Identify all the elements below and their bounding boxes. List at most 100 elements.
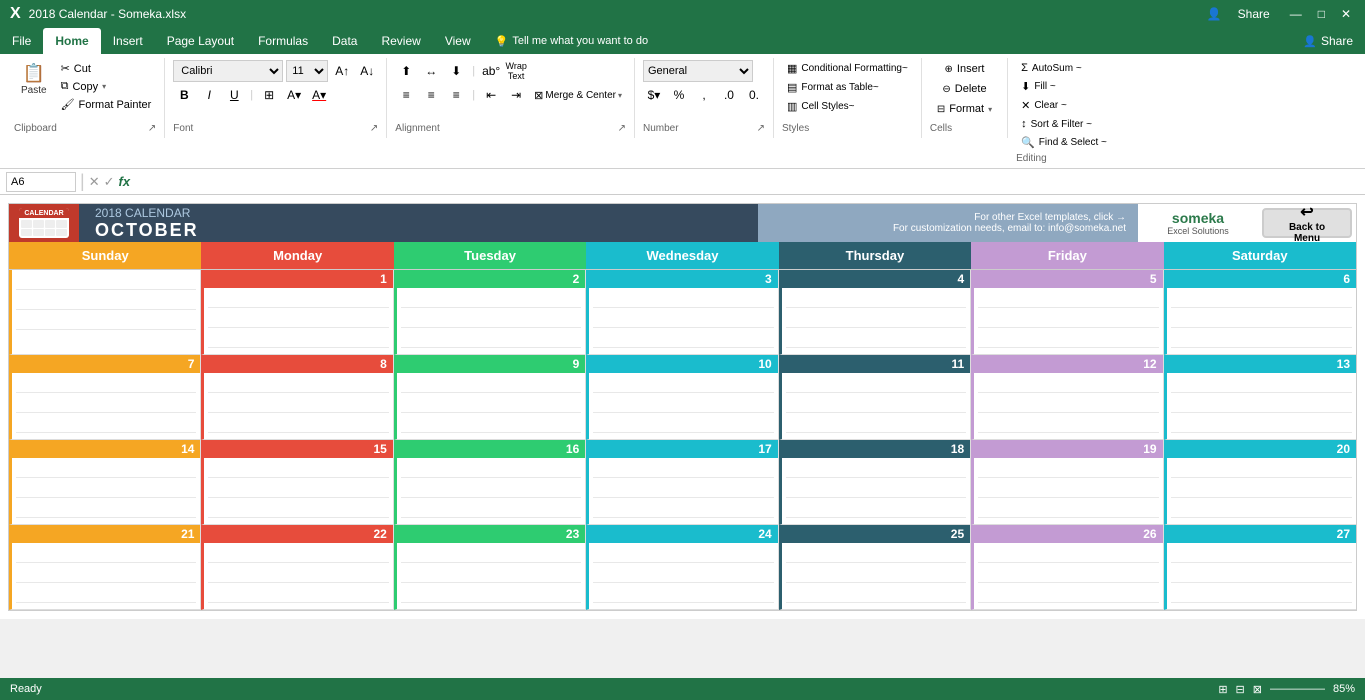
cal-cell-10[interactable]: 10: [586, 355, 778, 440]
italic-button[interactable]: I: [198, 84, 220, 106]
conditional-formatting-button[interactable]: ▦ Conditional Formatting~: [782, 60, 913, 77]
page-break-view-icon[interactable]: ⊠: [1253, 683, 1262, 696]
align-middle-button[interactable]: ↔: [420, 60, 442, 82]
cut-button[interactable]: ✂ Cut: [56, 60, 157, 77]
format-painter-button[interactable]: 🖌 Format Painter: [56, 96, 157, 113]
cal-cell-22[interactable]: 22: [201, 525, 393, 610]
clear-button[interactable]: ✕ Clear ~: [1016, 97, 1072, 114]
cal-cell-26[interactable]: 26: [971, 525, 1163, 610]
zoom-slider[interactable]: —————: [1270, 683, 1325, 695]
menu-home[interactable]: Home: [43, 28, 100, 54]
find-select-button[interactable]: 🔍 Find & Select ~: [1016, 134, 1112, 151]
cal-cell-empty[interactable]: [9, 270, 201, 355]
cal-cell-6[interactable]: 6: [1164, 270, 1356, 355]
confirm-formula-icon[interactable]: ✓: [104, 174, 115, 190]
cal-cell-3[interactable]: 3: [586, 270, 778, 355]
wrap-text-button[interactable]: Wrap Text: [505, 60, 527, 82]
delete-button[interactable]: ⊖ Delete: [935, 80, 993, 98]
fill-button[interactable]: ⬇ Fill ~: [1016, 78, 1061, 95]
font-size-select[interactable]: 11: [286, 60, 328, 82]
minimize-icon[interactable]: —: [1290, 7, 1302, 21]
cal-cell-20[interactable]: 20: [1164, 440, 1356, 525]
accounting-format-button[interactable]: $▾: [643, 84, 665, 106]
menu-view[interactable]: View: [433, 28, 483, 54]
cal-cell-16[interactable]: 16: [394, 440, 586, 525]
cal-cell-19[interactable]: 19: [971, 440, 1163, 525]
merge-center-button[interactable]: ⊠ Merge & Center ▾: [530, 87, 626, 104]
cal-cell-7[interactable]: 7: [9, 355, 201, 440]
sort-filter-button[interactable]: ↕ Sort & Filter ~: [1016, 116, 1097, 132]
normal-view-icon[interactable]: ⊞: [1218, 683, 1227, 696]
copy-button[interactable]: ⧉ Copy ▾: [56, 78, 157, 95]
cal-line: [208, 587, 388, 603]
increase-indent-button[interactable]: ⇥: [505, 84, 527, 106]
cal-cell-2[interactable]: 2: [394, 270, 586, 355]
alignment-expand-icon[interactable]: ↗: [618, 123, 626, 134]
cal-cell-15[interactable]: 15: [201, 440, 393, 525]
cal-cell-4[interactable]: 4: [779, 270, 971, 355]
close-icon[interactable]: ✕: [1341, 7, 1351, 21]
insert-function-icon[interactable]: fx: [119, 174, 131, 190]
cal-cell-14[interactable]: 14: [9, 440, 201, 525]
cal-cell-18[interactable]: 18: [779, 440, 971, 525]
cal-cell-13[interactable]: 13: [1164, 355, 1356, 440]
cal-cell-27[interactable]: 27: [1164, 525, 1356, 610]
cal-cell-11[interactable]: 11: [779, 355, 971, 440]
font-family-select[interactable]: Calibri: [173, 60, 283, 82]
cancel-formula-icon[interactable]: ✕: [89, 174, 100, 190]
menu-page-layout[interactable]: Page Layout: [155, 28, 246, 54]
clipboard-expand-icon[interactable]: ↗: [148, 123, 156, 134]
decrease-decimal-button[interactable]: .0: [718, 84, 740, 106]
cal-cell-23[interactable]: 23: [394, 525, 586, 610]
format-button[interactable]: ⊟ Format ▾: [930, 100, 999, 118]
borders-button[interactable]: ⊞: [258, 84, 280, 106]
cell-reference-input[interactable]: [6, 172, 76, 192]
cal-cell-8[interactable]: 8: [201, 355, 393, 440]
cal-cell-24[interactable]: 24: [586, 525, 778, 610]
formula-input[interactable]: [134, 172, 1359, 192]
align-top-button[interactable]: ⬆: [395, 60, 417, 82]
number-expand-icon[interactable]: ↗: [757, 123, 765, 134]
align-left-button[interactable]: ≡: [395, 84, 417, 106]
font-increase-button[interactable]: A↑: [331, 60, 353, 82]
menu-insert[interactable]: Insert: [101, 28, 155, 54]
page-layout-view-icon[interactable]: ⊟: [1236, 683, 1245, 696]
cal-cell-9[interactable]: 9: [394, 355, 586, 440]
bold-button[interactable]: B: [173, 84, 195, 106]
align-right-button[interactable]: ≡: [445, 84, 467, 106]
font-color-button[interactable]: A▾: [308, 84, 330, 106]
share-area[interactable]: 👤 Share: [1291, 28, 1365, 54]
number-format-select[interactable]: General: [643, 60, 753, 82]
percent-button[interactable]: %: [668, 84, 690, 106]
menu-review[interactable]: Review: [369, 28, 432, 54]
back-to-menu-button[interactable]: ↩ Back to Menu: [1262, 208, 1352, 238]
cal-cell-21[interactable]: 21: [9, 525, 201, 610]
underline-button[interactable]: U: [223, 84, 245, 106]
paste-button[interactable]: 📋 Paste: [14, 60, 54, 99]
decrease-indent-button[interactable]: ⇤: [480, 84, 502, 106]
cal-lines: [1167, 458, 1356, 518]
font-expand-icon[interactable]: ↗: [370, 123, 378, 134]
tell-me-area[interactable]: 💡 Tell me what you want to do: [483, 28, 1292, 54]
cal-cell-1[interactable]: 1: [201, 270, 393, 355]
share-button[interactable]: Share: [1230, 5, 1278, 23]
menu-data[interactable]: Data: [320, 28, 369, 54]
insert-button[interactable]: ⊕ Insert: [938, 60, 992, 78]
cal-cell-25[interactable]: 25: [779, 525, 971, 610]
menu-formulas[interactable]: Formulas: [246, 28, 320, 54]
comma-button[interactable]: ,: [693, 84, 715, 106]
fill-color-button[interactable]: A▾: [283, 84, 305, 106]
align-center-button[interactable]: ≡: [420, 84, 442, 106]
cal-cell-12[interactable]: 12: [971, 355, 1163, 440]
text-angle-button[interactable]: ab°: [480, 60, 502, 82]
maximize-icon[interactable]: □: [1318, 7, 1325, 21]
cal-cell-5[interactable]: 5: [971, 270, 1163, 355]
autosum-button[interactable]: Σ AutoSum ~: [1016, 60, 1087, 76]
align-bottom-button[interactable]: ⬇: [445, 60, 467, 82]
menu-file[interactable]: File: [0, 28, 43, 54]
increase-decimal-button[interactable]: 0.: [743, 84, 765, 106]
cell-styles-button[interactable]: ▥ Cell Styles~: [782, 98, 859, 115]
format-as-table-button[interactable]: ▤ Format as Table~: [782, 79, 884, 96]
font-decrease-button[interactable]: A↓: [356, 60, 378, 82]
cal-cell-17[interactable]: 17: [586, 440, 778, 525]
